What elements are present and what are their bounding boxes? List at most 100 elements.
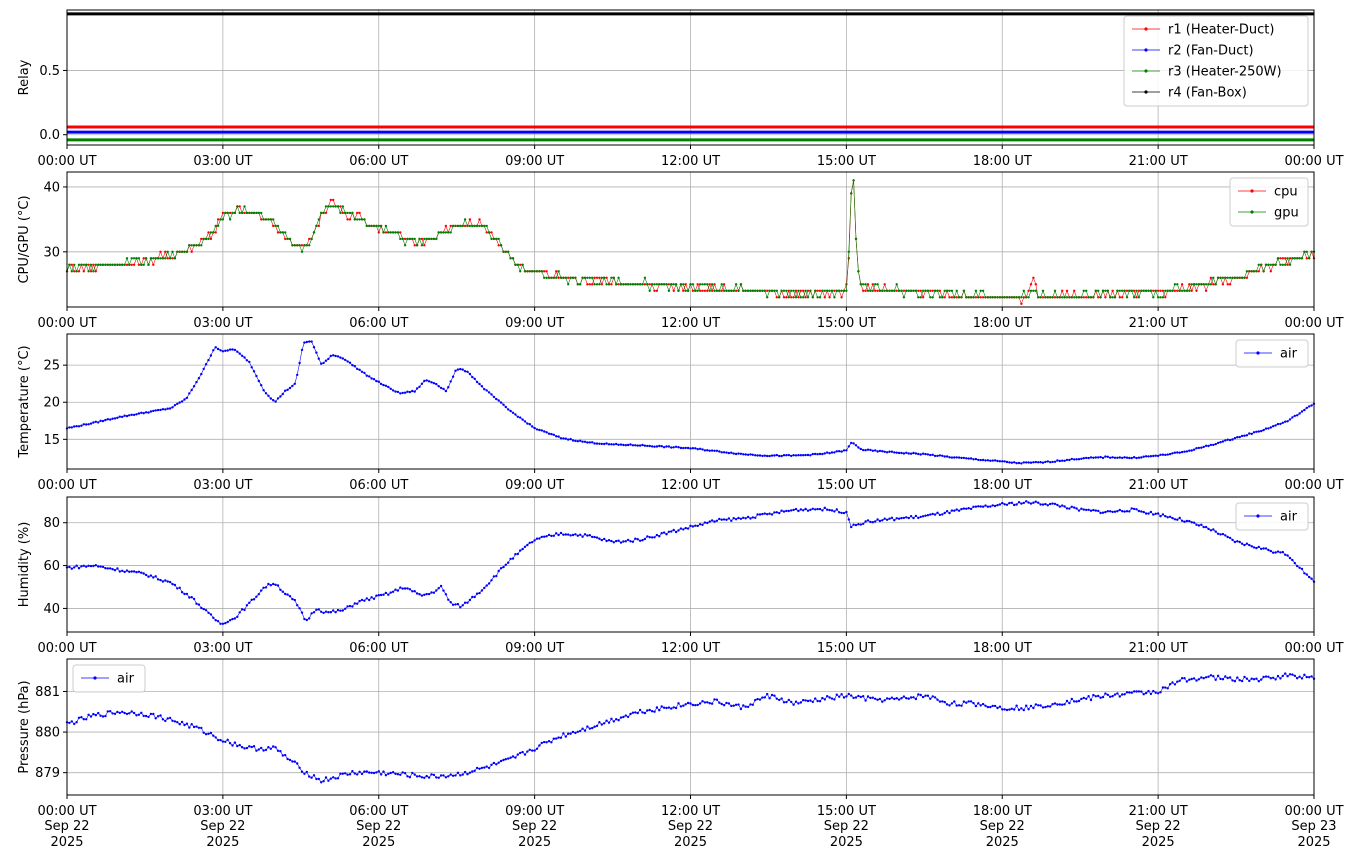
data-point bbox=[1219, 276, 1222, 279]
data-point bbox=[1008, 708, 1011, 711]
data-point bbox=[1279, 422, 1282, 426]
data-point bbox=[267, 582, 270, 586]
data-point bbox=[281, 392, 284, 396]
data-point bbox=[869, 520, 872, 524]
data-point bbox=[1173, 451, 1177, 454]
data-point bbox=[799, 289, 802, 292]
data-point bbox=[113, 417, 117, 420]
data-point bbox=[272, 224, 275, 228]
data-point bbox=[1022, 289, 1025, 292]
data-point bbox=[874, 289, 877, 292]
data-point bbox=[473, 595, 476, 599]
data-point bbox=[535, 270, 539, 273]
data-point bbox=[322, 211, 325, 215]
data-point bbox=[252, 745, 256, 748]
data-point bbox=[1075, 700, 1078, 703]
data-point bbox=[190, 723, 193, 726]
data-point bbox=[1020, 462, 1023, 465]
data-point bbox=[473, 224, 476, 228]
x-tick-label: 03:00 UT bbox=[193, 316, 252, 331]
data-point bbox=[159, 714, 162, 717]
data-point bbox=[73, 425, 76, 428]
data-point bbox=[629, 283, 632, 286]
x-year-label: 2025 bbox=[1297, 835, 1330, 850]
y-axis-label: Pressure (hPa) bbox=[17, 680, 32, 773]
data-point bbox=[1274, 263, 1277, 266]
data-point bbox=[1068, 296, 1071, 299]
data-point bbox=[936, 289, 939, 292]
data-point bbox=[1192, 448, 1196, 451]
data-point bbox=[636, 538, 639, 541]
data-point bbox=[1156, 512, 1160, 515]
y-tick-label: 0.5 bbox=[39, 64, 60, 79]
data-point bbox=[276, 231, 280, 234]
data-point bbox=[737, 516, 740, 520]
data-point bbox=[1058, 703, 1062, 706]
legend-label: r3 (Heater-250W) bbox=[1168, 65, 1282, 80]
data-point bbox=[236, 350, 239, 353]
data-point bbox=[1252, 270, 1256, 273]
data-point bbox=[1243, 543, 1246, 547]
data-point bbox=[365, 224, 368, 228]
data-point bbox=[567, 276, 570, 279]
data-point bbox=[1288, 673, 1292, 676]
data-point bbox=[1298, 566, 1301, 569]
data-point bbox=[826, 451, 829, 454]
data-point bbox=[579, 439, 582, 442]
data-point bbox=[931, 296, 934, 299]
data-point bbox=[562, 437, 565, 440]
data-point bbox=[1197, 678, 1201, 681]
data-point bbox=[183, 250, 186, 253]
data-point bbox=[200, 726, 203, 730]
data-point bbox=[391, 590, 395, 593]
data-point bbox=[1044, 460, 1047, 464]
data-point bbox=[706, 701, 709, 704]
data-point bbox=[1274, 424, 1277, 427]
data-point bbox=[1109, 296, 1112, 299]
data-point bbox=[214, 224, 217, 228]
data-point bbox=[778, 296, 781, 299]
data-point bbox=[200, 606, 203, 610]
data-point bbox=[1236, 676, 1239, 679]
data-point bbox=[960, 296, 963, 299]
data-point bbox=[353, 218, 356, 221]
data-point bbox=[1233, 680, 1237, 683]
figure: 00:00 UT 03:00 UT 06:00 UT 09:00 UT 12:00 UT… bbox=[17, 9, 1344, 850]
data-point bbox=[674, 530, 678, 534]
data-point bbox=[1065, 458, 1069, 462]
y-tick-label: 30 bbox=[43, 245, 60, 260]
data-point bbox=[1111, 510, 1114, 514]
data-point bbox=[279, 231, 282, 234]
data-point bbox=[718, 450, 721, 453]
x-date-label: Sep 22 bbox=[824, 819, 869, 834]
data-point bbox=[1053, 502, 1057, 506]
data-point bbox=[427, 380, 431, 383]
data-point bbox=[921, 695, 925, 699]
data-point bbox=[802, 698, 805, 702]
data-point bbox=[168, 257, 172, 260]
data-point bbox=[1267, 548, 1270, 552]
data-point bbox=[631, 283, 635, 286]
data-point bbox=[708, 702, 711, 705]
data-point bbox=[655, 533, 659, 537]
data-point bbox=[171, 582, 174, 586]
data-point bbox=[624, 444, 627, 447]
data-point bbox=[1226, 438, 1229, 441]
data-point bbox=[75, 425, 78, 428]
data-point bbox=[864, 449, 867, 452]
data-point bbox=[149, 410, 153, 413]
data-point bbox=[449, 773, 452, 776]
data-point bbox=[1152, 296, 1155, 299]
data-point bbox=[710, 702, 714, 705]
data-point bbox=[878, 449, 882, 453]
data-point bbox=[557, 533, 560, 537]
data-point bbox=[1118, 456, 1122, 459]
data-point bbox=[1046, 296, 1050, 299]
x-tick-label: 00:00 UT bbox=[37, 641, 96, 656]
data-point bbox=[288, 758, 292, 762]
data-point bbox=[751, 453, 754, 456]
data-point bbox=[794, 289, 798, 292]
data-point bbox=[850, 694, 853, 697]
data-point bbox=[701, 523, 704, 526]
data-point bbox=[73, 270, 76, 273]
